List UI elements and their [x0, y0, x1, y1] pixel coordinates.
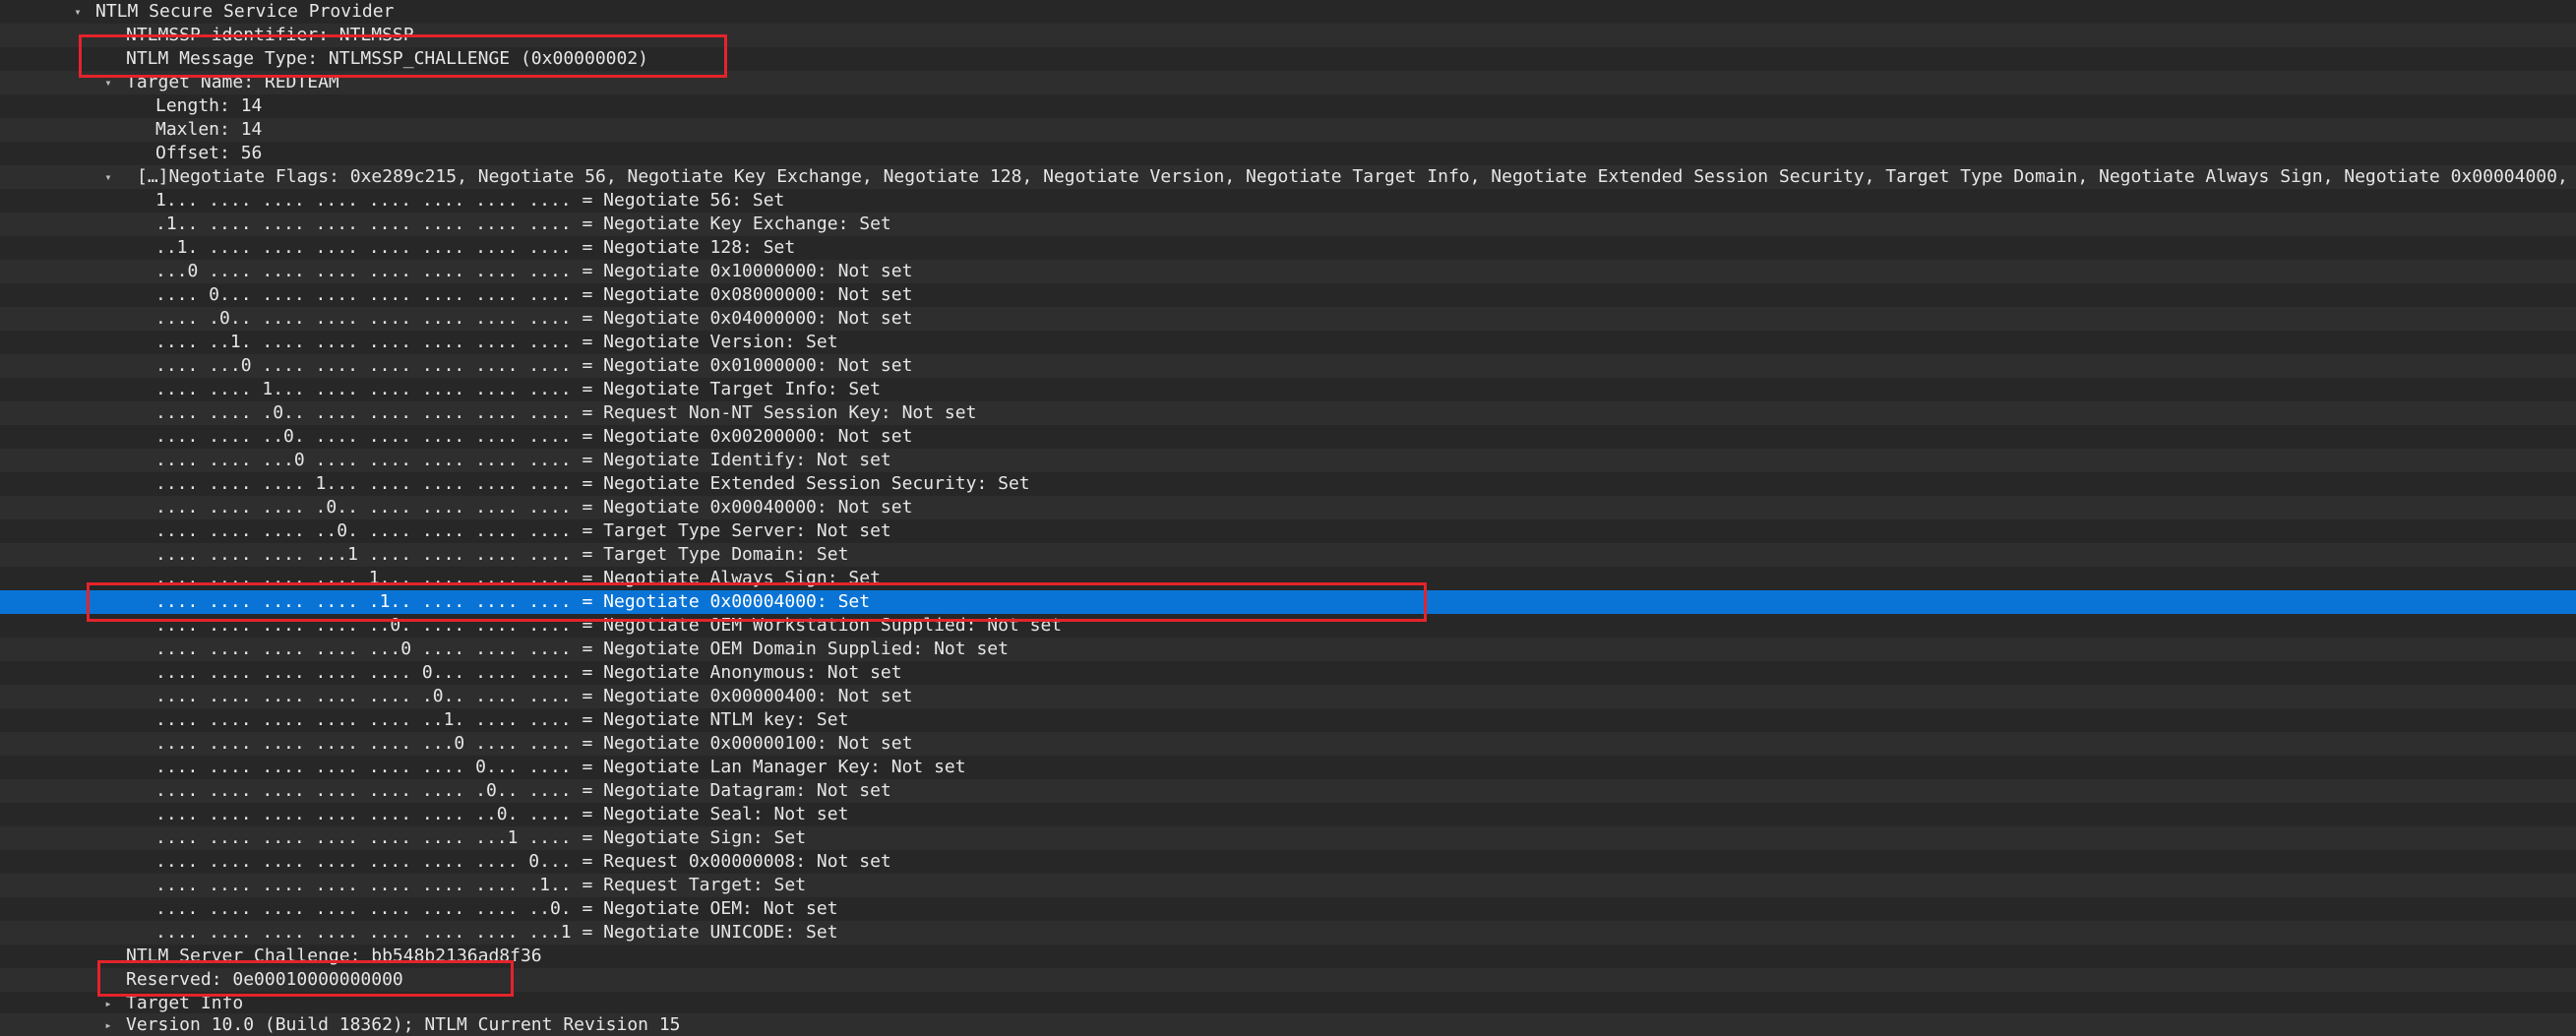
- tree-label: .... .0.. .... .... .... .... .... .... …: [155, 308, 913, 329]
- tree-row-reserved[interactable]: Reserved: 0e00010000000000: [0, 968, 2576, 992]
- tree-row-negotiate-flags[interactable]: ▾ […]Negotiate Flags: 0xe289c215, Negoti…: [0, 165, 2576, 189]
- tree-row-flag-bit[interactable]: .... .... .... .... .... 0... .... .... …: [0, 661, 2576, 685]
- tree-row-server-challenge[interactable]: NTLM Server Challenge: bb548b2136ad8f36: [0, 945, 2576, 968]
- tree-row-target-info[interactable]: ▸ Target Info: [0, 992, 2576, 1015]
- tree-row-flag-bit[interactable]: ...0 .... .... .... .... .... .... .... …: [0, 260, 2576, 283]
- tree-row-version[interactable]: ▸ Version 10.0 (Build 18362); NTLM Curre…: [0, 1013, 2576, 1036]
- caret-down-icon[interactable]: ▾: [101, 165, 115, 189]
- tree-label: .... .... .... ..0. .... .... .... .... …: [155, 520, 891, 541]
- tree-row-flag-bit[interactable]: .... .... .... .... .... .... .... ..0. …: [0, 897, 2576, 921]
- tree-label: NTLMSSP identifier: NTLMSSP: [126, 25, 414, 45]
- caret-right-icon[interactable]: ▸: [101, 1013, 115, 1036]
- caret-down-icon[interactable]: ▾: [71, 0, 85, 24]
- tree-label: .... .... .... ...1 .... .... .... .... …: [155, 544, 849, 565]
- tree-label: Length: 14: [155, 95, 263, 116]
- packet-details-tree: ▾ NTLM Secure Service Provider NTLMSSP i…: [0, 0, 2576, 1036]
- tree-row-flag-bit[interactable]: .... .... .... .... .... ...0 .... .... …: [0, 732, 2576, 756]
- tree-row-flag-bit[interactable]: .... .... .... .... .... ..1. .... .... …: [0, 708, 2576, 732]
- tree-label: Target Info: [126, 993, 244, 1013]
- tree-row-flag-bit[interactable]: .... ...0 .... .... .... .... .... .... …: [0, 354, 2576, 378]
- tree-label: .1.. .... .... .... .... .... .... .... …: [155, 213, 891, 234]
- tree-label: .... .... .... .... .... .... .... ...1 …: [155, 922, 838, 943]
- tree-row-flag-bit[interactable]: .... .... .... .... .... .... ...1 .... …: [0, 826, 2576, 850]
- tree-row-identifier[interactable]: NTLMSSP identifier: NTLMSSP: [0, 24, 2576, 47]
- tree-label: […]Negotiate Flags: 0xe289c215, Negotiat…: [137, 166, 2576, 187]
- tree-label: .... .... .... .... .1.. .... .... .... …: [155, 591, 871, 612]
- tree-label: NTLM Message Type: NTLMSSP_CHALLENGE (0x…: [126, 48, 649, 69]
- caret-right-icon[interactable]: ▸: [101, 992, 115, 1015]
- tree-label: .... .... .... .... .... .... .... ..0. …: [155, 898, 838, 919]
- tree-row-flag-bit[interactable]: .... .... 1... .... .... .... .... .... …: [0, 378, 2576, 401]
- tree-label: Version 10.0 (Build 18362); NTLM Current…: [126, 1014, 681, 1035]
- tree-row-flag-bit[interactable]: .... .... .... .... .... .... 0... .... …: [0, 756, 2576, 779]
- tree-label: .... .... .0.. .... .... .... .... .... …: [155, 402, 977, 423]
- tree-row-target-name-length[interactable]: Length: 14: [0, 94, 2576, 118]
- tree-label: .... .... 1... .... .... .... .... .... …: [155, 379, 881, 399]
- tree-label: ..1. .... .... .... .... .... .... .... …: [155, 237, 796, 258]
- tree-row-ntlm-ssp[interactable]: ▾ NTLM Secure Service Provider: [0, 0, 2576, 24]
- tree-row-flag-bit[interactable]: .1.. .... .... .... .... .... .... .... …: [0, 213, 2576, 236]
- tree-label: NTLM Secure Service Provider: [95, 1, 395, 22]
- tree-label: .... .... .... .... .... .0.. .... .... …: [155, 686, 913, 706]
- tree-row-flag-bit[interactable]: .... .... .... .... .... .0.. .... .... …: [0, 685, 2576, 708]
- tree-row-flag-bit[interactable]: .... ..1. .... .... .... .... .... .... …: [0, 331, 2576, 354]
- tree-label: .... .... .... .... .... .... .... .1.. …: [155, 875, 807, 895]
- tree-label: Maxlen: 14: [155, 119, 263, 140]
- tree-label: .... .... .... 1... .... .... .... .... …: [155, 473, 1030, 494]
- tree-label: .... .... .... .... .... ..1. .... .... …: [155, 709, 849, 730]
- tree-row-flag-bit[interactable]: .... .... .... .... 1... .... .... .... …: [0, 567, 2576, 590]
- tree-row-target-name[interactable]: ▾ Target Name: REDTEAM: [0, 71, 2576, 94]
- tree-label: ...0 .... .... .... .... .... .... .... …: [155, 261, 913, 281]
- tree-label: .... .... ...0 .... .... .... .... .... …: [155, 450, 891, 470]
- tree-label: Target Name: REDTEAM: [126, 72, 339, 92]
- tree-row-flag-bit[interactable]: .... 0... .... .... .... .... .... .... …: [0, 283, 2576, 307]
- tree-label: .... .... .... .... ..0. .... .... .... …: [155, 615, 1063, 636]
- tree-row-message-type[interactable]: NTLM Message Type: NTLMSSP_CHALLENGE (0x…: [0, 47, 2576, 71]
- tree-row-flag-bit[interactable]: .... .... .... 1... .... .... .... .... …: [0, 472, 2576, 496]
- tree-row-target-name-maxlen[interactable]: Maxlen: 14: [0, 118, 2576, 142]
- tree-label: .... ..1. .... .... .... .... .... .... …: [155, 332, 838, 352]
- tree-row-flag-bit[interactable]: 1... .... .... .... .... .... .... .... …: [0, 189, 2576, 213]
- tree-row-flag-bit[interactable]: .... .... .... .... ...0 .... .... .... …: [0, 638, 2576, 661]
- tree-label: .... .... .... .... .... .... 0... .... …: [155, 757, 966, 777]
- tree-row-flag-bit[interactable]: .... .... .... .... .... .... .... 0... …: [0, 850, 2576, 874]
- tree-label: .... .... .... .... .... .... ...1 .... …: [155, 827, 807, 848]
- tree-row-flag-bit[interactable]: .... .... .... .... .... .... .... .1.. …: [0, 874, 2576, 897]
- tree-row-flag-bit[interactable]: .... .... .0.. .... .... .... .... .... …: [0, 401, 2576, 425]
- tree-row-flag-bit[interactable]: .... .... .... ...1 .... .... .... .... …: [0, 543, 2576, 567]
- tree-label: .... .... .... .... .... .... ..0. .... …: [155, 804, 849, 824]
- tree-label: .... .... .... .... .... .... .... 0... …: [155, 851, 891, 872]
- tree-label: .... .... .... .... .... 0... .... .... …: [155, 662, 902, 683]
- tree-label: .... .... .... .... .... ...0 .... .... …: [155, 733, 913, 754]
- tree-row-flag-bit[interactable]: .... .... .... .... .... .... .0.. .... …: [0, 779, 2576, 803]
- tree-row-flag-bit-selected[interactable]: .... .... .... .... .1.. .... .... .... …: [0, 590, 2576, 614]
- tree-label: Offset: 56: [155, 143, 263, 163]
- caret-down-icon[interactable]: ▾: [101, 71, 115, 94]
- tree-label: .... .... .... .... .... .... .0.. .... …: [155, 780, 891, 801]
- tree-label: 1... .... .... .... .... .... .... .... …: [155, 190, 785, 211]
- tree-label: Reserved: 0e00010000000000: [126, 969, 403, 990]
- tree-row-flag-bit[interactable]: .... .... .... .... ..0. .... .... .... …: [0, 614, 2576, 638]
- tree-label: NTLM Server Challenge: bb548b2136ad8f36: [126, 945, 542, 966]
- tree-label: .... 0... .... .... .... .... .... .... …: [155, 284, 913, 305]
- tree-row-flag-bit[interactable]: .... .... .... ..0. .... .... .... .... …: [0, 519, 2576, 543]
- tree-row-flag-bit[interactable]: .... .0.. .... .... .... .... .... .... …: [0, 307, 2576, 331]
- tree-label: .... .... ..0. .... .... .... .... .... …: [155, 426, 913, 447]
- tree-row-flag-bit[interactable]: .... .... .... .0.. .... .... .... .... …: [0, 496, 2576, 519]
- tree-row-flag-bit[interactable]: ..1. .... .... .... .... .... .... .... …: [0, 236, 2576, 260]
- tree-label: .... .... .... .... 1... .... .... .... …: [155, 568, 881, 588]
- tree-row-flag-bit[interactable]: .... .... ...0 .... .... .... .... .... …: [0, 449, 2576, 472]
- tree-label: .... .... .... .0.. .... .... .... .... …: [155, 497, 913, 518]
- tree-row-flag-bit[interactable]: .... .... .... .... .... .... .... ...1 …: [0, 921, 2576, 945]
- tree-row-flag-bit[interactable]: .... .... ..0. .... .... .... .... .... …: [0, 425, 2576, 449]
- tree-row-target-name-offset[interactable]: Offset: 56: [0, 142, 2576, 165]
- tree-label: .... ...0 .... .... .... .... .... .... …: [155, 355, 913, 376]
- tree-row-flag-bit[interactable]: .... .... .... .... .... .... ..0. .... …: [0, 803, 2576, 826]
- tree-label: .... .... .... .... ...0 .... .... .... …: [155, 639, 1009, 659]
